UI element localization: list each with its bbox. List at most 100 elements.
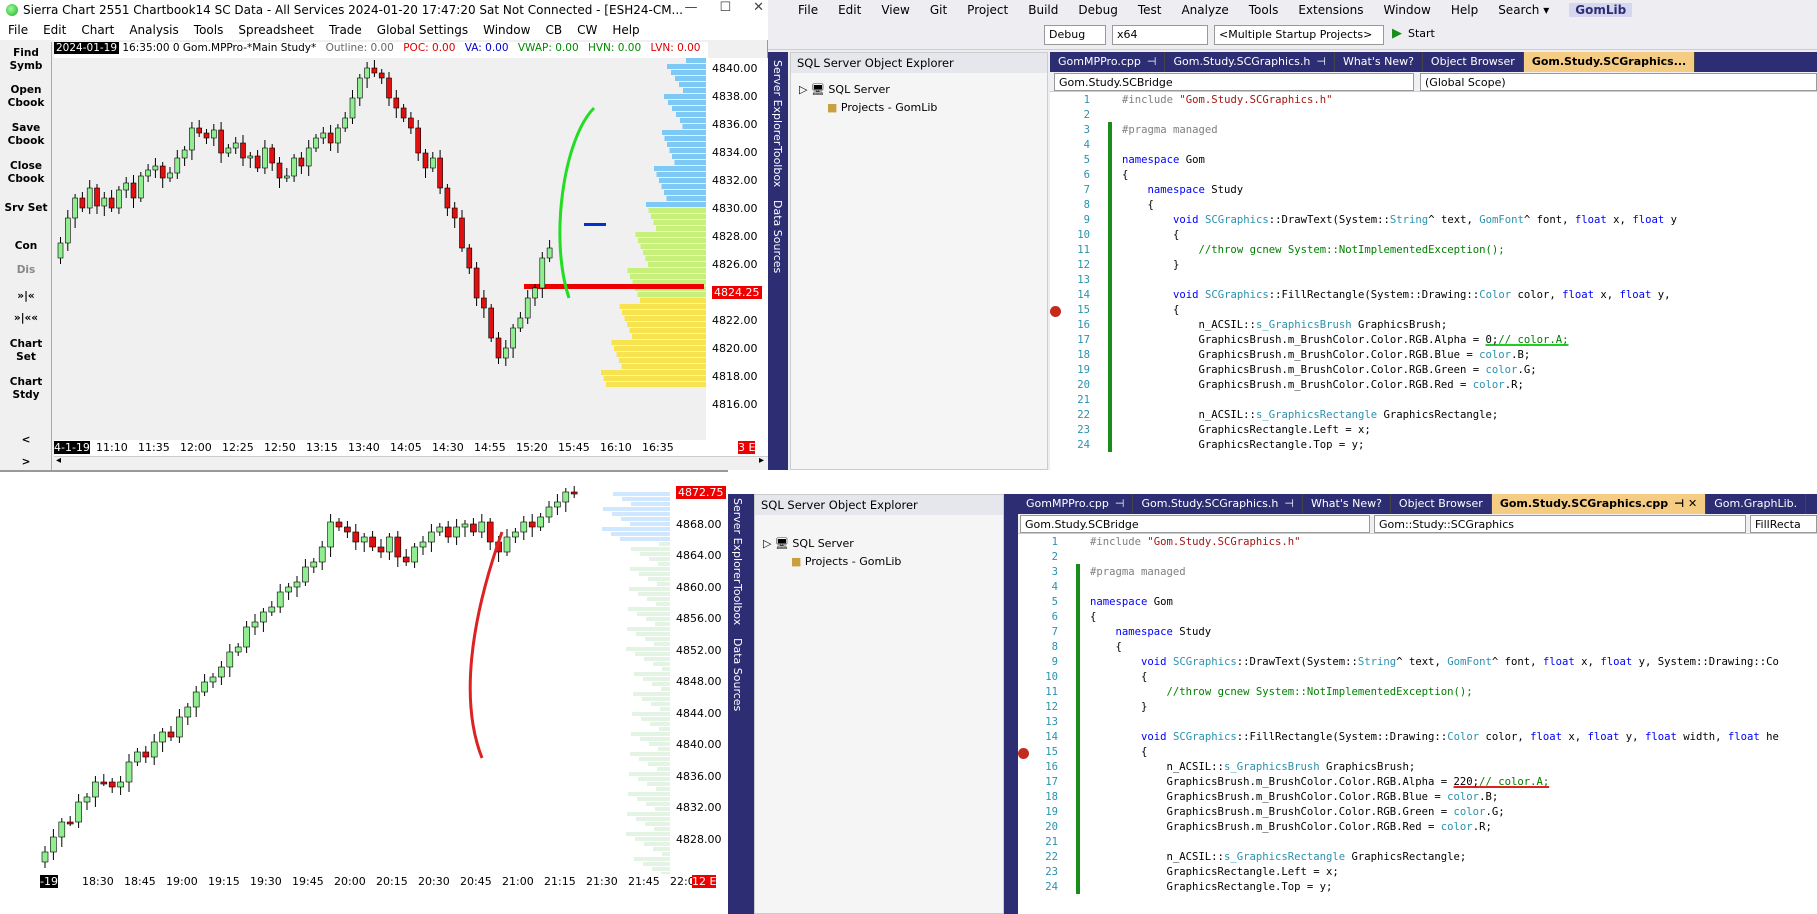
code-line[interactable]: { (1090, 640, 1122, 655)
soe-tree-projects[interactable]: ■ Projects - GomLib (827, 101, 937, 114)
chart1-scrollbar[interactable]: ◂ ▸ (54, 455, 768, 470)
platform-dropdown[interactable]: x64 (1112, 25, 1208, 45)
save-chartbook-button[interactable]: Save Cbook (4, 122, 48, 148)
tab2-graphlib[interactable]: Gom.GraphLib. (1706, 494, 1807, 514)
code-line[interactable]: { (1090, 670, 1147, 685)
scroll-left-arrow-icon[interactable]: ◂ (56, 455, 61, 466)
tab2-whats-new[interactable]: What's New? (1303, 494, 1391, 514)
code-line[interactable]: { (1122, 198, 1154, 213)
code-line[interactable]: } (1122, 258, 1179, 273)
code-line[interactable]: { (1122, 228, 1179, 243)
chart-studies-button[interactable]: Chart Stdy (4, 376, 48, 402)
menu-trade[interactable]: Trade (329, 23, 362, 37)
vs-menu-help[interactable]: Help (1451, 3, 1478, 17)
code-line[interactable]: GraphicsRectangle.Left = x; (1122, 423, 1371, 438)
server-explorer-tab-2[interactable]: Server Explorer (731, 498, 744, 583)
tab2-object-browser[interactable]: Object Browser (1391, 494, 1492, 514)
config-dropdown[interactable]: Debug (1044, 25, 1106, 45)
scroll-right-arrow-icon[interactable]: ▸ (759, 455, 764, 466)
code-line[interactable]: #pragma managed (1090, 565, 1186, 580)
tab-gommppro-cpp[interactable]: GomMPPro.cpp ⊣ (1050, 52, 1166, 72)
soe2-tree-sql-server[interactable]: ▷ 🖥 SQL Server (763, 537, 854, 550)
code-line[interactable]: namespace Gom (1122, 153, 1205, 168)
nav2-member-dropdown[interactable]: FillRecta (1750, 515, 1817, 533)
start-button[interactable]: Start (1408, 27, 1435, 40)
code-line[interactable]: { (1122, 303, 1179, 318)
chart1-price-axis[interactable]: 4840.00 4838.00 4836.00 4834.00 4832.00 4830.… (706, 58, 768, 440)
menu-file[interactable]: File (8, 23, 28, 37)
find-symbol-button[interactable]: Find Symb (4, 47, 48, 73)
nav-scope-dropdown[interactable]: (Global Scope) (1420, 73, 1817, 91)
code-editor-bottom[interactable]: 1 #include "Gom.Study.SCGraphics.h" 2 3 #pra… (1018, 534, 1817, 914)
vs-menu-tools[interactable]: Tools (1249, 3, 1279, 17)
vs-menu-test[interactable]: Test (1138, 3, 1162, 17)
code-line[interactable]: GraphicsBrush.m_BrushColor.Color.RGB.Alp… (1090, 775, 1550, 790)
scroll-end-button[interactable]: »|«« (4, 312, 48, 325)
vs-menu-git[interactable]: Git (930, 3, 947, 17)
tab2-scgraphics-h[interactable]: Gom.Study.SCGraphics.h ⊣ (1133, 494, 1303, 514)
vs-menu-extensions[interactable]: Extensions (1298, 3, 1363, 17)
code-line[interactable]: GraphicsBrush.m_BrushColor.Color.RGB.Gre… (1090, 805, 1505, 820)
code-line[interactable]: void SCGraphics::FillRectangle(System::D… (1090, 730, 1779, 745)
maximize-button[interactable]: ☐ (719, 0, 731, 15)
vs-menu-project[interactable]: Project (967, 3, 1008, 17)
code-line[interactable]: { (1090, 745, 1147, 760)
code-editor-top[interactable]: 1 #include "Gom.Study.SCGraphics.h" 2 3 #pra… (1050, 92, 1817, 470)
code-line[interactable]: #include "Gom.Study.SCGraphics.h" (1122, 93, 1333, 108)
nav2-class-dropdown[interactable]: Gom::Study::SCGraphics (1374, 515, 1746, 533)
scroll-right-button[interactable]: > (4, 456, 48, 469)
data-sources-tab[interactable]: Data Sources (771, 200, 784, 273)
code-line[interactable]: GraphicsBrush.m_BrushColor.Color.RGB.Red… (1090, 820, 1492, 835)
code-line[interactable]: GraphicsBrush.m_BrushColor.Color.RGB.Blu… (1122, 348, 1531, 363)
chart-settings-button[interactable]: Chart Set (4, 338, 48, 364)
startup-dropdown[interactable]: <Multiple Startup Projects> (1214, 25, 1384, 45)
close-button[interactable]: ✕ (753, 0, 764, 15)
nav-project-dropdown[interactable]: Gom.Study.SCBridge (1054, 73, 1414, 91)
data-sources-tab-2[interactable]: Data Sources (731, 638, 744, 711)
scroll-center-button[interactable]: »|« (4, 290, 48, 303)
vs-menu-build[interactable]: Build (1028, 3, 1058, 17)
code-line[interactable]: GraphicsBrush.m_BrushColor.Color.RGB.Alp… (1122, 333, 1569, 348)
code-line[interactable]: n_ACSIL::s_GraphicsBrush GraphicsBrush; (1122, 318, 1448, 333)
code-line[interactable]: namespace Study (1122, 183, 1244, 198)
soe2-tree-projects[interactable]: ■ Projects - GomLib (791, 555, 901, 568)
menu-cw[interactable]: CW (577, 23, 597, 37)
nav2-project-dropdown[interactable]: Gom.Study.SCBridge (1020, 515, 1370, 533)
code-line[interactable]: n_ACSIL::s_GraphicsRectangle GraphicsRec… (1122, 408, 1499, 423)
code-line[interactable]: GraphicsBrush.m_BrushColor.Color.RGB.Gre… (1122, 363, 1537, 378)
code-line[interactable]: { (1090, 610, 1096, 625)
vs-menu-analyze[interactable]: Analyze (1181, 3, 1228, 17)
server-settings-button[interactable]: Srv Set (4, 202, 48, 215)
tab-whats-new[interactable]: What's New? (1335, 52, 1423, 72)
soe-tree-sql-server[interactable]: ▷ 🖥 SQL Server (799, 83, 890, 96)
code-line[interactable]: #include "Gom.Study.SCGraphics.h" (1090, 535, 1301, 550)
code-line[interactable]: #pragma managed (1122, 123, 1218, 138)
code-line[interactable]: //throw gcnew System::NotImplementedExce… (1122, 243, 1505, 258)
close-chartbook-button[interactable]: Close Cbook (4, 160, 48, 186)
code-line[interactable]: namespace Study (1090, 625, 1212, 640)
vs-menu-debug[interactable]: Debug (1078, 3, 1117, 17)
code-line[interactable]: n_ACSIL::s_GraphicsRectangle GraphicsRec… (1090, 850, 1467, 865)
minimize-button[interactable]: — (684, 0, 697, 15)
code-line[interactable]: void SCGraphics::DrawText(System::String… (1122, 213, 1677, 228)
menu-spreadsheet[interactable]: Spreadsheet (238, 23, 314, 37)
disconnect-button[interactable]: Dis (4, 264, 48, 277)
code-line[interactable]: GraphicsBrush.m_BrushColor.Color.RGB.Red… (1122, 378, 1524, 393)
code-line[interactable]: namespace Gom (1090, 595, 1173, 610)
code-line[interactable]: GraphicsRectangle.Top = y; (1090, 880, 1333, 895)
tab-scgraphics-h[interactable]: Gom.Study.SCGraphics.h ⊣ (1165, 52, 1335, 72)
code-line[interactable]: } (1090, 700, 1147, 715)
chart2-price-chart[interactable] (40, 482, 670, 892)
menu-edit[interactable]: Edit (43, 23, 66, 37)
open-chartbook-button[interactable]: Open Cbook (4, 84, 48, 110)
scroll-left-button[interactable]: < (4, 434, 48, 447)
menu-window[interactable]: Window (483, 23, 530, 37)
chart2-price-axis[interactable]: 4872.75 4868.00 4864.00 4860.00 4856.00 4852.… (670, 482, 728, 892)
toolbox-tab-2[interactable]: Toolbox (731, 584, 744, 625)
vs-menu-view[interactable]: View (881, 3, 909, 17)
menu-analysis[interactable]: Analysis (129, 23, 178, 37)
server-explorer-tab[interactable]: Server Explorer (771, 60, 784, 145)
code-line[interactable]: void SCGraphics::DrawText(System::String… (1090, 655, 1779, 670)
code-line[interactable]: GraphicsRectangle.Top = y; (1122, 438, 1365, 453)
code-line[interactable]: n_ACSIL::s_GraphicsBrush GraphicsBrush; (1090, 760, 1416, 775)
